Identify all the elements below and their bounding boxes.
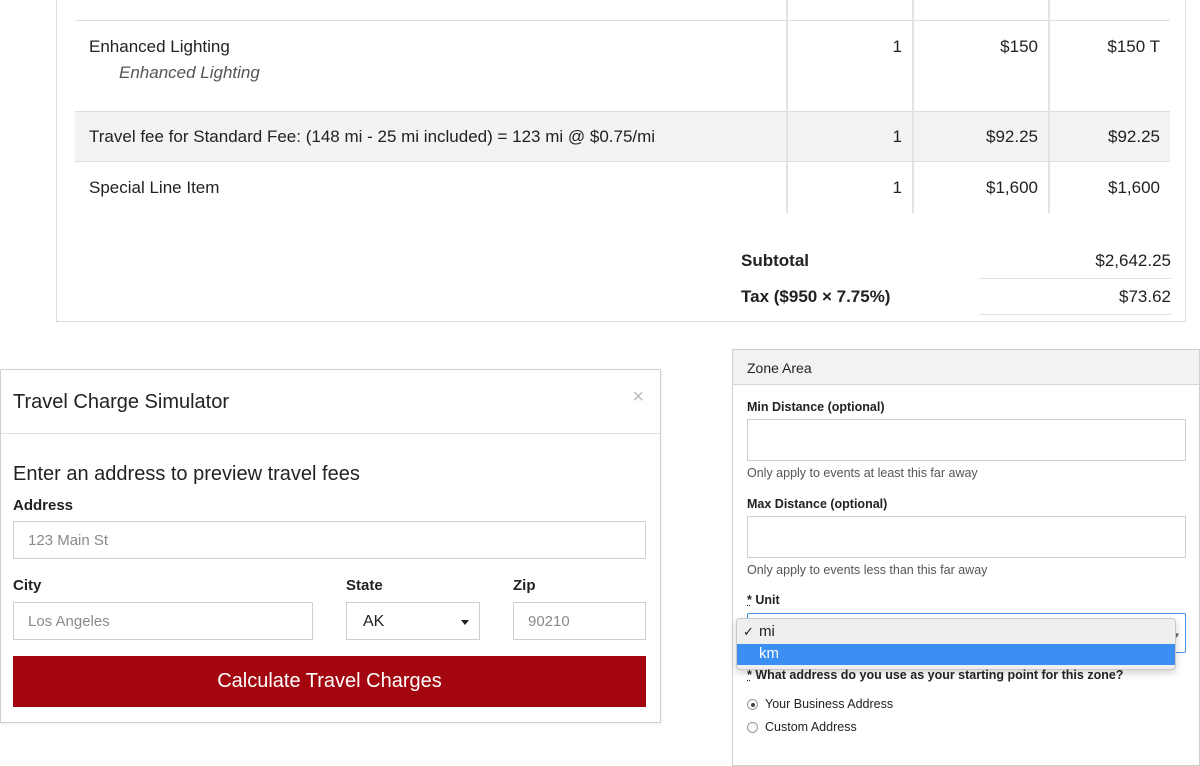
address-input[interactable] — [13, 521, 646, 559]
table-row: Enhanced Lighting Enhanced Lighting 1 $1… — [75, 21, 1170, 112]
unit-option-km[interactable]: km — [737, 644, 1175, 665]
table-header-row — [75, 0, 1170, 21]
tax-row: Tax ($950 × 7.75%) $73.62 — [741, 281, 1171, 315]
radio-selected-icon[interactable] — [747, 699, 758, 710]
state-selected-value: AK — [363, 613, 385, 630]
radio-label: Your Business Address — [765, 697, 894, 711]
modal-title: Travel Charge Simulator — [13, 391, 230, 413]
line-item-qty: 1 — [892, 178, 902, 197]
subtotal-label: Subtotal — [741, 251, 809, 270]
zip-label: Zip — [513, 577, 536, 594]
modal-subtitle: Enter an address to preview travel fees — [13, 463, 360, 485]
invoice-panel: Enhanced Lighting Enhanced Lighting 1 $1… — [56, 0, 1186, 322]
city-label: City — [13, 577, 42, 594]
radio-unselected-icon[interactable] — [747, 722, 758, 733]
option-label: mi — [759, 623, 775, 640]
line-item-qty: 1 — [892, 127, 902, 146]
invoice-table: Enhanced Lighting Enhanced Lighting 1 $1… — [75, 0, 1170, 213]
unit-option-mi[interactable]: ✓ mi — [737, 622, 1175, 643]
column-divider — [912, 0, 914, 20]
zone-area-panel: Zone Area Min Distance (optional) Only a… — [732, 349, 1200, 766]
calculate-travel-charges-button[interactable]: Calculate Travel Charges — [13, 656, 646, 707]
option-label: km — [759, 645, 779, 662]
unit-dropdown-menu: ✓ mi km — [736, 618, 1176, 670]
zone-header: Zone Area — [733, 350, 1199, 385]
line-item-total: $92.25 — [1108, 127, 1160, 146]
line-item-total: $150 T — [1107, 37, 1160, 56]
modal-header: Travel Charge Simulator × — [1, 370, 660, 434]
min-distance-help: Only apply to events at least this far a… — [747, 466, 978, 480]
subtotal-value: $2,642.25 — [1095, 251, 1171, 270]
address-label: Address — [13, 497, 74, 514]
line-item-price: $1,600 — [986, 178, 1038, 197]
tax-value: $73.62 — [1119, 287, 1171, 306]
radio-label: Custom Address — [765, 720, 857, 734]
line-item-price: $92.25 — [986, 127, 1038, 146]
table-row: Travel fee for Standard Fee: (148 mi - 2… — [75, 112, 1170, 162]
starting-point-label: * What address do you use as your starti… — [747, 668, 1123, 682]
zip-input[interactable] — [513, 602, 646, 640]
max-distance-help: Only apply to events less than this far … — [747, 563, 988, 577]
travel-charge-simulator-modal: Travel Charge Simulator × Enter an addre… — [0, 369, 661, 723]
max-distance-input[interactable] — [747, 516, 1186, 558]
line-item-name: Special Line Item — [89, 178, 220, 197]
city-input[interactable] — [13, 602, 313, 640]
checkmark-icon: ✓ — [743, 624, 754, 639]
line-item-price: $150 — [1000, 37, 1038, 56]
line-item-name: Enhanced Lighting — [89, 37, 230, 56]
state-select[interactable]: AK — [346, 602, 480, 640]
column-divider — [1048, 0, 1050, 20]
close-icon[interactable]: × — [632, 386, 644, 409]
line-item-total: $1,600 — [1108, 178, 1160, 197]
subtotal-row: Subtotal $2,642.25 — [741, 245, 1171, 279]
tax-label: Tax ($950 × 7.75%) — [741, 287, 891, 306]
state-label: State — [346, 577, 383, 594]
table-row: Special Line Item 1 $1,600 $1,600 — [75, 162, 1170, 213]
line-item-name: Travel fee for Standard Fee: (148 mi - 2… — [89, 127, 656, 146]
min-distance-label: Min Distance (optional) — [747, 400, 885, 414]
max-distance-label: Max Distance (optional) — [747, 497, 888, 511]
min-distance-input[interactable] — [747, 419, 1186, 461]
chevron-down-icon — [461, 620, 469, 625]
column-divider — [786, 0, 788, 20]
starting-point-label-text: What address do you use as your starting… — [751, 668, 1124, 682]
unit-label-text: Unit — [751, 593, 780, 607]
line-item-description: Enhanced Lighting — [119, 63, 260, 82]
zone-title: Zone Area — [747, 360, 812, 376]
unit-label: * Unit — [747, 593, 780, 607]
line-item-qty: 1 — [892, 37, 902, 56]
